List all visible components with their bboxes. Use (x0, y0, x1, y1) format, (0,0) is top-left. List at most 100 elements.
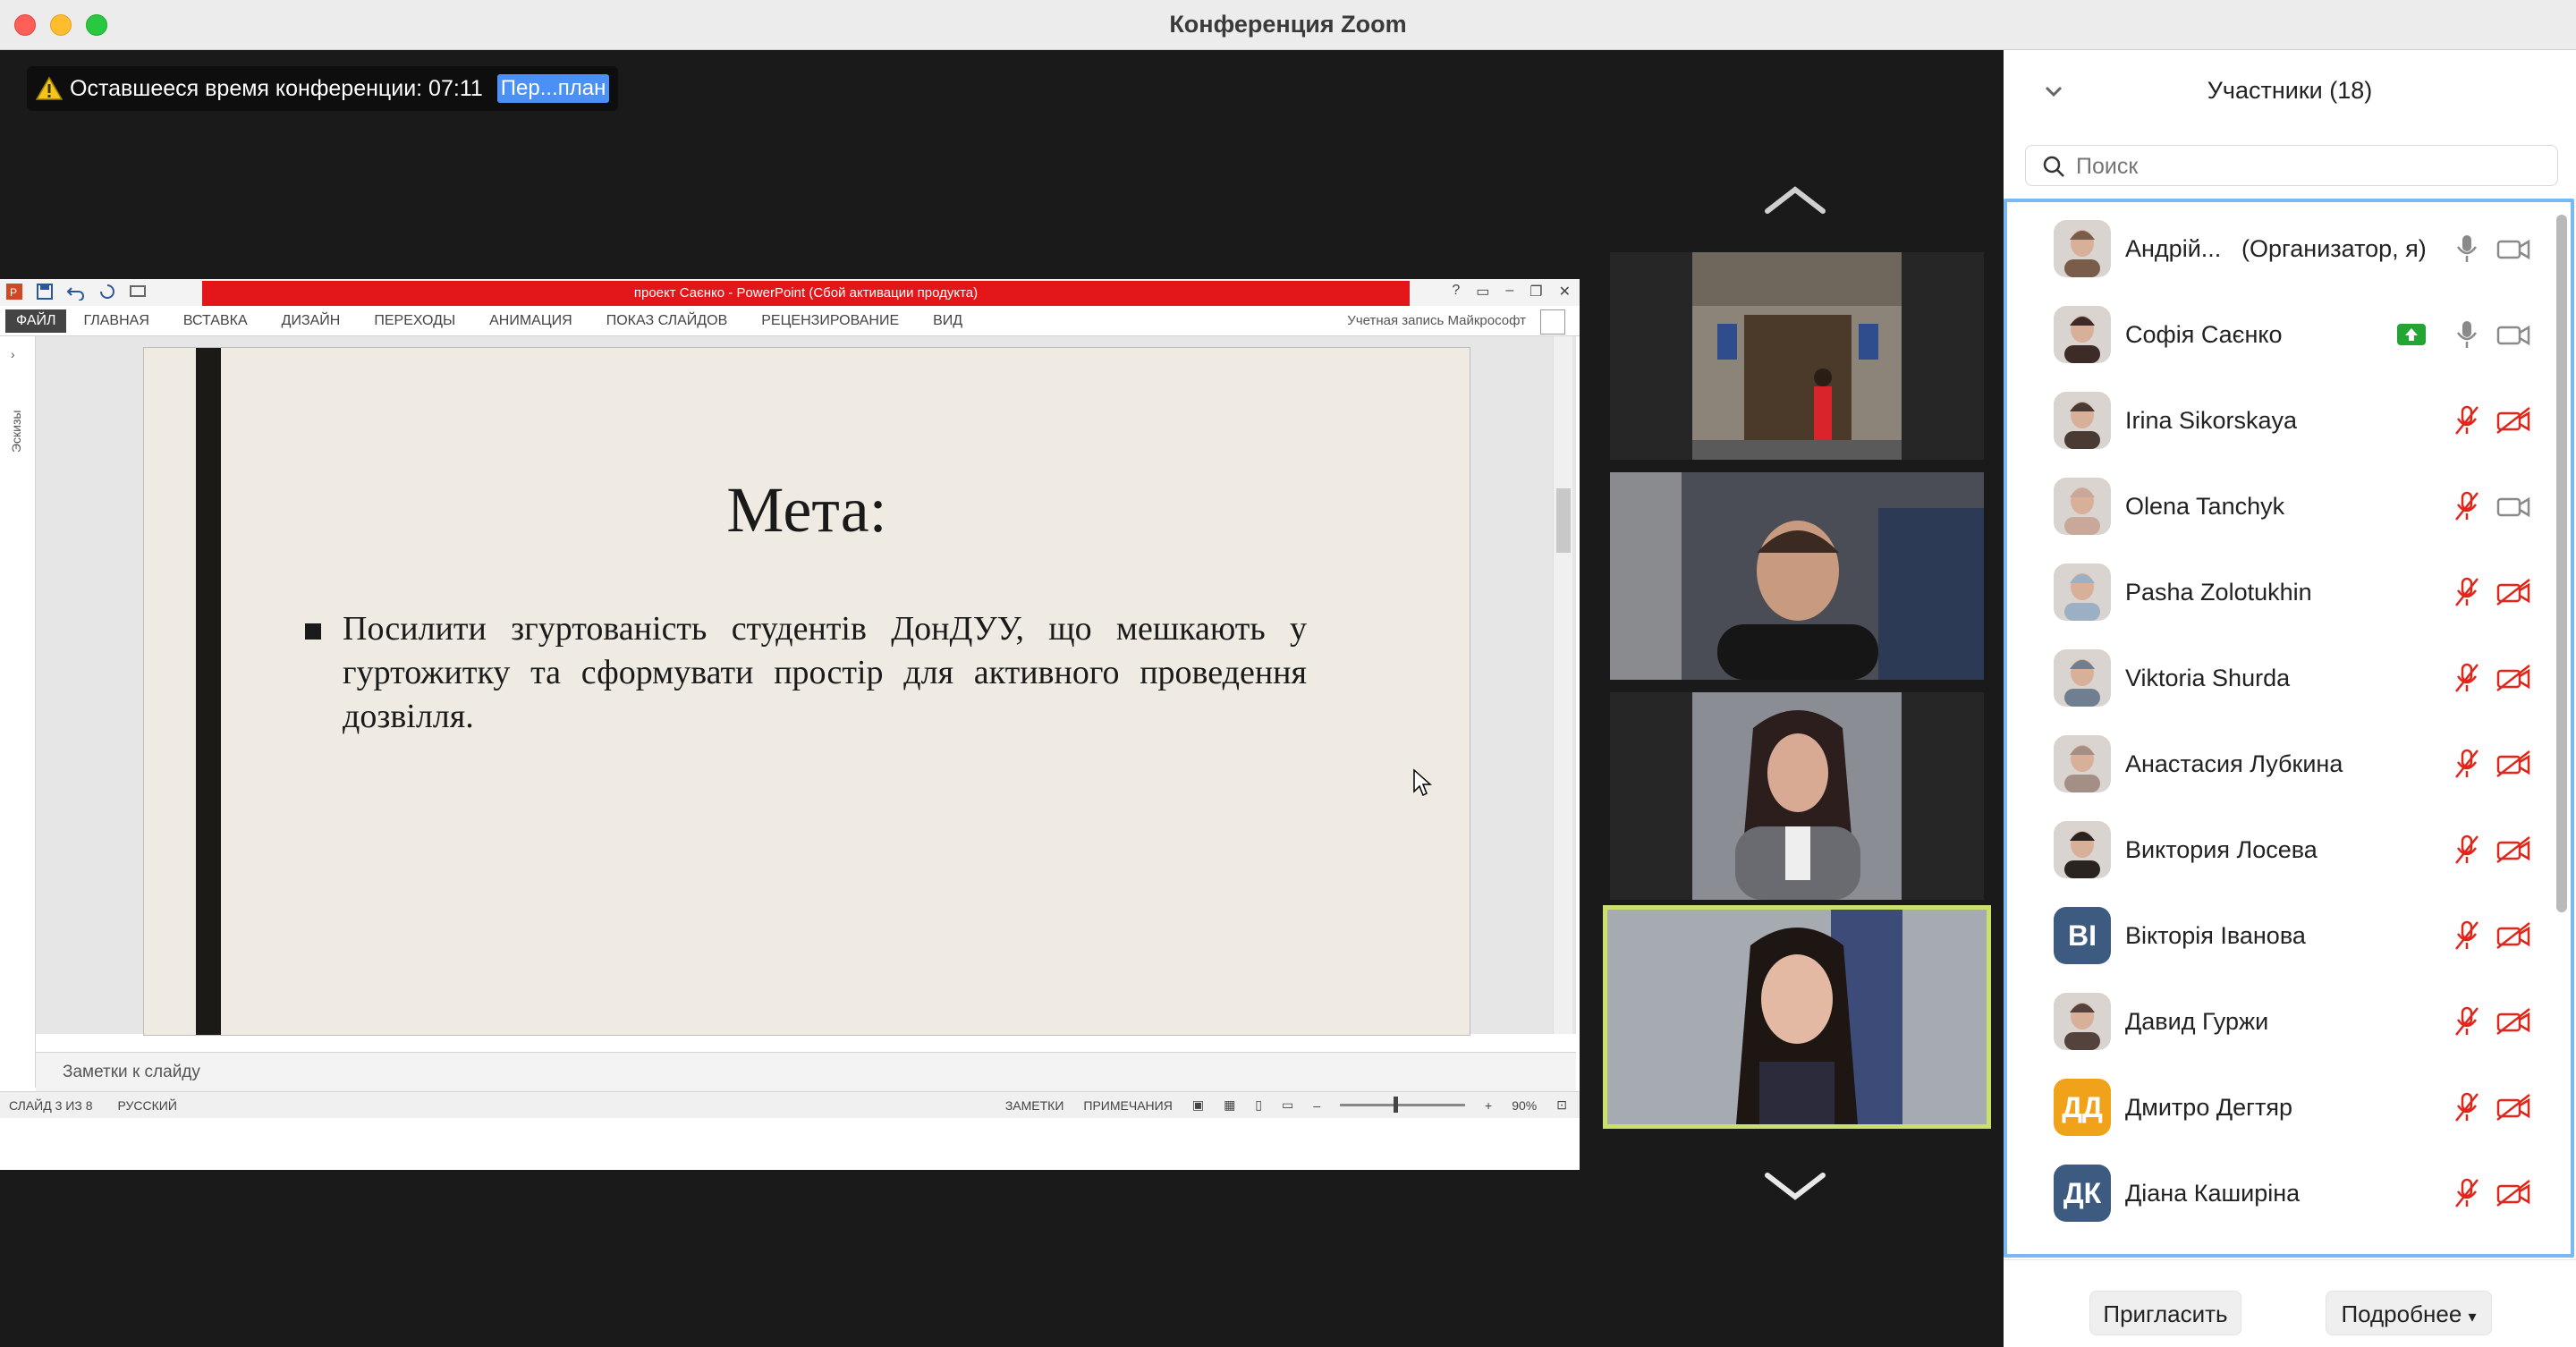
ppt-quick-access-toolbar: P (5, 283, 147, 301)
mic-muted-icon[interactable] (2453, 490, 2481, 522)
participant-role: (Организатор, я) (2241, 235, 2427, 262)
mic-muted-icon[interactable] (2453, 404, 2481, 436)
participant-row[interactable]: Viktoria Shurda (2007, 635, 2544, 721)
tab-file[interactable]: ФАЙЛ (5, 309, 67, 333)
zoom-level[interactable]: 90% (1512, 1098, 1537, 1113)
slide-scrollbar[interactable] (1553, 336, 1572, 1034)
video-off-icon[interactable] (2496, 921, 2531, 950)
mic-muted-icon[interactable] (2453, 662, 2481, 694)
participants-scrollbar[interactable] (2556, 215, 2567, 912)
video-off-icon[interactable] (2496, 406, 2531, 435)
mic-muted-icon[interactable] (2453, 576, 2481, 608)
video-icon[interactable] (2496, 492, 2531, 521)
tab-slideshow[interactable]: ПОКАЗ СЛАЙДОВ (589, 313, 745, 329)
participant-row[interactable]: Olena Tanchyk (2007, 463, 2544, 549)
video-off-icon[interactable] (2496, 1093, 2531, 1122)
participant-row[interactable]: ДК Діана Каширіна (2007, 1150, 2544, 1236)
reading-view-icon[interactable]: ▯ (1255, 1097, 1262, 1113)
video-off-icon[interactable] (2496, 578, 2531, 606)
mic-muted-icon[interactable] (2453, 834, 2481, 866)
participant-row[interactable]: Давид Гуржи (2007, 978, 2544, 1064)
tab-transitions[interactable]: ПЕРЕХОДЫ (357, 313, 472, 329)
slide-bullet-text[interactable]: Посилити згуртованість студентів ДонДУУ,… (343, 607, 1307, 739)
tab-animation[interactable]: АНИМАЦИЯ (472, 313, 589, 329)
slide-title[interactable]: Мета: (144, 473, 1470, 547)
zoom-slider[interactable] (1340, 1097, 1466, 1113)
video-off-icon[interactable] (2496, 750, 2531, 778)
video-off-icon[interactable] (2496, 1007, 2531, 1036)
avatar-initials: ВІ (2054, 907, 2111, 964)
tab-view[interactable]: ВИД (916, 313, 979, 329)
video-off-icon[interactable] (2496, 1179, 2531, 1207)
ppt-account-label[interactable]: Учетная запись Майкрософт (1347, 313, 1526, 328)
video-tile[interactable] (1610, 252, 1984, 460)
undo-icon[interactable] (66, 283, 86, 301)
video-icon[interactable] (2496, 234, 2531, 263)
chevron-down-icon[interactable] (1762, 1168, 1828, 1204)
participant-search[interactable] (2025, 145, 2558, 186)
invite-button[interactable]: Пригласить (2089, 1291, 2241, 1335)
close-icon[interactable]: ✕ (1559, 283, 1571, 301)
tab-insert[interactable]: ВСТАВКА (166, 313, 265, 329)
normal-view-icon[interactable]: ▣ (1192, 1097, 1204, 1113)
slide-scroll-thumb[interactable] (1556, 488, 1571, 553)
redo-icon[interactable] (98, 283, 116, 301)
participant-row[interactable]: Андрій... (Организатор, я) (2007, 206, 2544, 292)
expand-thumbnails-icon[interactable]: › (11, 347, 15, 361)
tab-review[interactable]: РЕЦЕНЗИРОВАНИЕ (744, 313, 916, 329)
participant-name: Дмитро Дегтяр (2125, 1094, 2292, 1121)
mic-muted-icon[interactable] (2453, 1177, 2481, 1209)
fit-slide-icon[interactable]: ⊡ (1556, 1097, 1567, 1113)
participant-row[interactable]: Irina Sikorskaya (2007, 377, 2544, 463)
participant-row[interactable]: Pasha Zolotukhin (2007, 549, 2544, 635)
restore-icon[interactable]: ❐ (1530, 283, 1542, 301)
slide-editor[interactable]: Мета: Посилити згуртованість студентів Д… (36, 336, 1576, 1036)
slide-bullet[interactable]: Посилити згуртованість студентів ДонДУУ,… (305, 607, 1307, 739)
more-options-button[interactable]: Подробнее ▾ (2326, 1291, 2492, 1335)
mic-muted-icon[interactable] (2453, 748, 2481, 780)
zoom-in-icon[interactable]: + (1485, 1098, 1492, 1113)
notes-button[interactable]: ЗАМЕТКИ (1005, 1098, 1064, 1113)
video-tile[interactable] (1610, 692, 1984, 900)
ppt-status-bar: СЛАЙД 3 ИЗ 8 РУССКИЙ ЗАМЕТКИ ПРИМЕЧАНИЯ … (0, 1091, 1580, 1118)
slideshow-view-icon[interactable]: ▭ (1282, 1097, 1293, 1113)
shared-screen-powerpoint[interactable]: P проект Саєнко - PowerPoint (Сбой актив… (0, 279, 1580, 1170)
ribbon-display-icon[interactable]: ▭ (1476, 283, 1489, 301)
comments-button[interactable]: ПРИМЕЧАНИЯ (1083, 1098, 1172, 1113)
bullet-square-icon (305, 623, 321, 640)
slide-sorter-icon[interactable]: ▦ (1224, 1097, 1235, 1113)
mic-muted-icon[interactable] (2453, 1091, 2481, 1123)
zoom-slider-knob[interactable] (1394, 1097, 1399, 1113)
video-off-icon[interactable] (2496, 664, 2531, 692)
participant-row[interactable]: Анастасия Лубкина (2007, 721, 2544, 807)
tab-design[interactable]: ДИЗАЙН (265, 313, 358, 329)
video-icon[interactable] (2496, 320, 2531, 349)
upgrade-plan-link[interactable]: Пер...план (496, 74, 610, 103)
participant-row[interactable]: Софія Саєнко (2007, 292, 2544, 377)
language-indicator[interactable]: РУССКИЙ (117, 1098, 176, 1113)
chevron-up-icon[interactable] (1762, 182, 1828, 218)
search-input[interactable] (2074, 151, 2548, 182)
video-off-icon[interactable] (2496, 835, 2531, 864)
video-tile[interactable] (1610, 472, 1984, 680)
save-icon[interactable] (36, 283, 54, 301)
minimize-icon[interactable]: – (1505, 283, 1513, 301)
mic-muted-icon[interactable] (2453, 919, 2481, 952)
mic-icon[interactable] (2453, 233, 2481, 265)
mic-muted-icon[interactable] (2453, 1005, 2481, 1038)
slideshow-icon[interactable] (129, 283, 147, 301)
account-avatar-icon[interactable] (1540, 309, 1565, 335)
participants-list[interactable]: Андрій... (Организатор, я) Софія Саєнко Iri… (2004, 199, 2574, 1258)
participant-row[interactable]: Виктория Лосева (2007, 807, 2544, 893)
participant-row[interactable]: ДД Дмитро Дегтяр (2007, 1064, 2544, 1150)
slide[interactable]: Мета: Посилити згуртованість студентів Д… (143, 347, 1470, 1036)
participants-panel: Участники (18) Андрій... (Организатор, я)… (2004, 50, 2576, 1347)
tab-home[interactable]: ГЛАВНАЯ (66, 313, 165, 329)
thumbnails-pane[interactable]: › Эскизы (0, 336, 36, 1088)
participant-row[interactable]: ВІ Вікторія Іванова (2007, 893, 2544, 978)
slide-notes-field[interactable]: Заметки к слайду (36, 1052, 1576, 1091)
help-icon[interactable]: ? (1452, 283, 1460, 301)
mic-icon[interactable] (2453, 318, 2481, 351)
active-speaker-video-tile[interactable] (1603, 905, 1991, 1129)
zoom-out-icon[interactable]: – (1313, 1098, 1320, 1113)
